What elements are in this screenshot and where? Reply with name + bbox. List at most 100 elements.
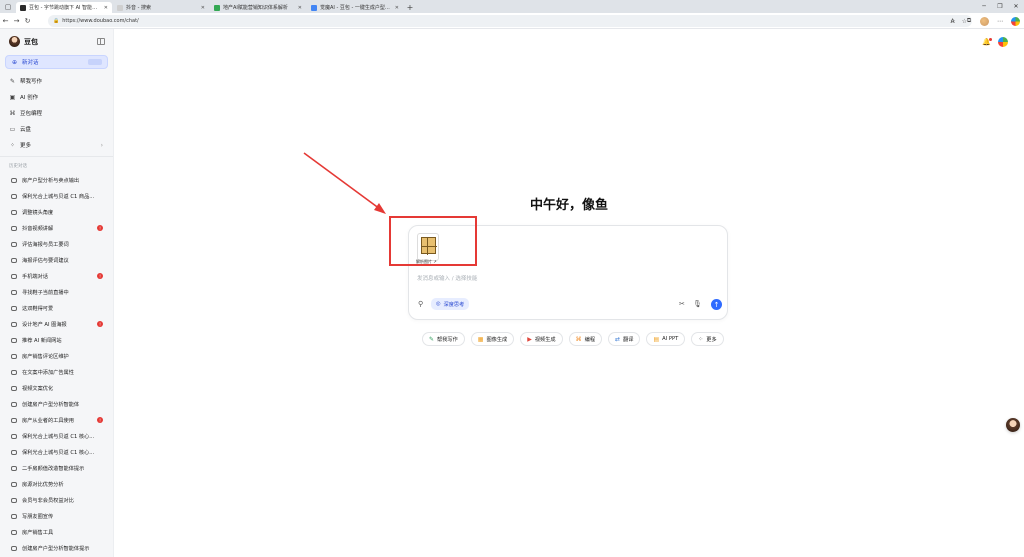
history-item[interactable]: 在文案中添加广告属性 (0, 364, 113, 380)
skill-coding[interactable]: ⌘ 编程 (568, 332, 603, 346)
skill-ai-ppt[interactable]: ▤ AI PPT (646, 332, 686, 346)
history-item[interactable]: 保利光合上城与贝返 C1 核心... (0, 444, 113, 460)
back-icon[interactable]: ← (0, 13, 11, 29)
history-item-label: 在文案中添加广告属性 (22, 369, 74, 376)
skill-label: 更多 (706, 336, 717, 343)
collections-icon[interactable]: ⧉ (964, 17, 974, 25)
history-item[interactable]: 寻找鞋子当前直播中 (0, 284, 113, 300)
history-item-label: 寻找鞋子当前直播中 (22, 289, 69, 296)
skill-more[interactable]: ⁘ 更多 (691, 332, 724, 346)
tab-close-icon[interactable]: ✕ (298, 5, 302, 11)
history-item[interactable]: 会员与非会员权益对比 (0, 492, 113, 508)
tab-favicon-icon (117, 4, 123, 11)
history-item[interactable]: 房源对比优势分析 (0, 476, 113, 492)
history-item[interactable]: 房产销售工具 (0, 524, 113, 540)
browser-tab-realestate[interactable]: 地产AI赋能营销知识体系解析 ✕ (210, 2, 306, 13)
favorites-icon[interactable]: ☆ (948, 18, 958, 25)
chat-bubble-icon (11, 209, 17, 215)
history-item[interactable]: 这双鞋得可爱 (0, 300, 113, 316)
sidebar-item-label: 豆包编程 (20, 111, 43, 117)
history-item-label: 房产销售工具 (22, 529, 54, 536)
scissors-icon[interactable]: ✂ (679, 300, 685, 308)
skill-label: 图像生成 (486, 336, 508, 343)
history-item[interactable]: 保利光合上城与贝返 C1 核心... (0, 428, 113, 444)
microphone-icon[interactable]: 🎙 (693, 300, 702, 308)
sidebar: 豆包 ⊕ 新对话 ✎ 帮我写作 ▣ AI 创作 ⌘ 豆包编程 ▭ 云盘 ⁘ 更多… (0, 29, 114, 557)
forward-icon[interactable]: → (11, 13, 22, 29)
shortcut-hint (88, 59, 102, 65)
send-button[interactable]: ↑ (711, 299, 722, 310)
skill-writing[interactable]: ✎ 帮我写作 (422, 332, 465, 346)
sidebar-item-more[interactable]: ⁘ 更多 › (0, 137, 113, 153)
brain-icon: ◎ (436, 301, 441, 307)
history-item[interactable]: 房产户型分析与卖点输出 (0, 172, 113, 188)
doubao-logo (9, 36, 20, 47)
sidebar-item-ai-create[interactable]: ▣ AI 创作 (0, 89, 113, 105)
skill-translate[interactable]: ⇄ 翻译 (608, 332, 641, 346)
browser-tab-floorplan[interactable]: 觉魔AI - 豆包 - 一键生成户型解析 ✕ (307, 2, 403, 13)
window-menu-icon[interactable]: ▢ (0, 0, 16, 13)
history-item[interactable]: 手机端对话! (0, 268, 113, 284)
browser-tab-douyin[interactable]: 抖音 - 搜索 ✕ (113, 2, 209, 13)
copilot-icon[interactable] (1011, 16, 1020, 26)
history-item-label: 保利光合上城与贝返 C1 核心... (22, 433, 95, 440)
skill-image-gen[interactable]: ▦ 图像生成 (470, 332, 515, 346)
chat-bubble-icon (11, 337, 17, 343)
tab-close-icon[interactable]: ✕ (395, 5, 399, 11)
history-item[interactable]: 视频文案优化 (0, 380, 113, 396)
history-item-label: 保利光合上城与贝返 C1 核心... (22, 449, 95, 456)
sidebar-collapse-icon[interactable] (97, 38, 105, 45)
deep-think-toggle[interactable]: ◎ 深度思考 (431, 298, 470, 310)
window-controls: ─ ❐ ✕ (976, 0, 1024, 13)
history-item[interactable]: 创建房产户型分析智能体 (0, 396, 113, 412)
grid-icon: ⁘ (698, 335, 704, 343)
minimize-icon[interactable]: ─ (976, 0, 992, 13)
history-item[interactable]: 设计地产 AI 图海报! (0, 316, 113, 332)
history-item[interactable]: 海报评估与要词建议 (0, 252, 113, 268)
sidebar-item-label: 云盘 (20, 127, 32, 133)
tab-close-icon[interactable]: ✕ (104, 5, 108, 11)
message-input[interactable]: 发消息或输入 / 选择技能 (417, 274, 477, 282)
maximize-icon[interactable]: ❐ (992, 0, 1008, 13)
chat-bubble-icon (11, 353, 17, 359)
chat-plus-icon: ⊕ (11, 58, 18, 66)
history-item[interactable]: 二手房颜值改造智能体提示 (0, 460, 113, 476)
tab-close-icon[interactable]: ✕ (201, 5, 205, 11)
code-icon: ⌘ (575, 335, 582, 343)
history-item-label: 这双鞋得可爱 (22, 305, 54, 312)
profile-avatar[interactable] (980, 16, 989, 26)
history-item[interactable]: 房产销售评论区维护 (0, 348, 113, 364)
user-avatar[interactable] (998, 37, 1008, 47)
paperclip-icon[interactable]: ⚲ (418, 300, 423, 308)
browser-tab-doubao[interactable]: 豆包 - 字节跳动旗下 AI 智能助手 ✕ (16, 2, 112, 13)
more-menu-icon[interactable]: ⋯ (995, 18, 1005, 25)
chat-bubble-icon (11, 433, 17, 439)
history-item[interactable]: 抖音视频讲解! (0, 220, 113, 236)
history-item[interactable]: 写朋友圈宣传 (0, 508, 113, 524)
reload-icon[interactable]: ↻ (22, 13, 33, 29)
sidebar-item-coding[interactable]: ⌘ 豆包编程 (0, 105, 113, 121)
chat-bubble-icon (11, 241, 17, 247)
history-item-label: 二手房颜值改造智能体提示 (22, 465, 85, 472)
close-window-icon[interactable]: ✕ (1008, 0, 1024, 13)
code-icon: ⌘ (9, 109, 16, 117)
new-tab-button[interactable]: + (404, 2, 416, 13)
history-item[interactable]: 保利光合上城与贝返 C1 商品... (0, 188, 113, 204)
chat-bubble-icon (11, 417, 17, 423)
new-chat-button[interactable]: ⊕ 新对话 (5, 55, 108, 69)
history-item[interactable]: 房产从业者的工具使用! (0, 412, 113, 428)
history-item[interactable]: 评估海报与员工要词 (0, 236, 113, 252)
sidebar-item-cloud-drive[interactable]: ▭ 云盘 (0, 121, 113, 137)
skill-video-gen[interactable]: ▶ 视频生成 (520, 332, 563, 346)
sidebar-item-writing[interactable]: ✎ 帮我写作 (0, 73, 113, 89)
chat-bubble-icon (11, 401, 17, 407)
history-item[interactable]: 推荐 AI 新闻网站 (0, 332, 113, 348)
floating-assistant-avatar[interactable] (1006, 418, 1020, 432)
history-item[interactable]: 调整镜头角度 (0, 204, 113, 220)
history-item-label: 调整镜头角度 (22, 209, 54, 216)
notification-icon[interactable]: 🔔 (982, 38, 992, 46)
chat-bubble-icon (11, 305, 17, 311)
skill-label: AI PPT (662, 336, 679, 342)
address-bar[interactable]: 🔒 https://www.doubao.com/chat/ A ☆ (48, 15, 972, 27)
history-item[interactable]: 创建房产户型分析智能体提示 (0, 540, 113, 556)
